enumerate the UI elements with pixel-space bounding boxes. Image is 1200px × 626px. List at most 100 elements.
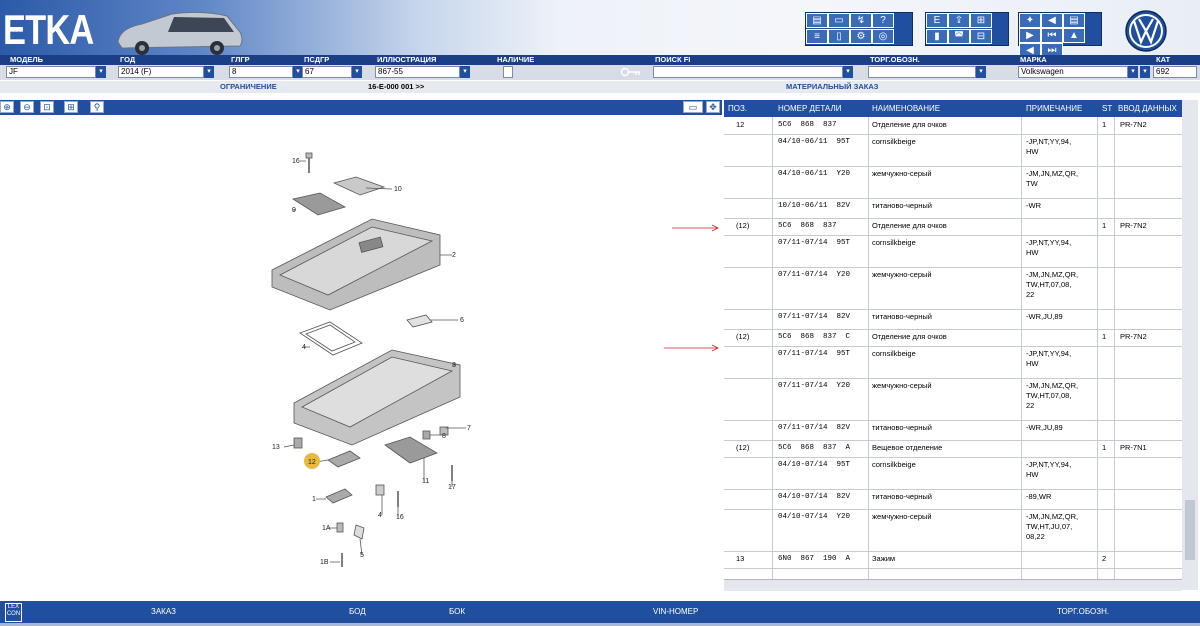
lexcom-icon[interactable]: LEX CON <box>5 603 22 622</box>
basket-icon[interactable]: ⊟ <box>970 29 992 44</box>
next-icon[interactable]: ▶ <box>1019 28 1041 43</box>
bok-button[interactable]: БОК <box>449 607 465 617</box>
car-icon[interactable]: ◚ <box>948 29 970 44</box>
illus-label[interactable]: 4 <box>378 512 382 519</box>
illus-label[interactable]: 9 <box>292 207 296 214</box>
illus-label[interactable]: 1 <box>312 496 316 503</box>
table-row[interactable]: (12) 5C6 868 837 A Вещевое отделение 1 PR-7N… <box>724 440 1182 458</box>
table-row[interactable]: 04/10-06/11 95T cornsilkbeige -JP,NT,YY,94… <box>724 134 1182 167</box>
first-icon[interactable]: ⏮ <box>1041 28 1063 43</box>
tools-icon[interactable]: ⚙ <box>850 29 872 44</box>
table-row[interactable]: 07/11-07/14 Y20 жемчужно-серый -JM,JN,MZ,Q… <box>724 378 1182 421</box>
chevron-down-icon[interactable]: ▾ <box>96 66 106 78</box>
screen-icon[interactable]: ▭ <box>828 13 850 28</box>
chevron-down-icon[interactable]: ▾ <box>352 66 362 78</box>
catalog-field[interactable]: 692 <box>1153 66 1197 78</box>
vertical-scrollbar[interactable] <box>1182 100 1198 590</box>
col-pos[interactable]: ПОЗ. <box>728 100 747 117</box>
magnifier-icon[interactable]: ⚲ <box>90 101 104 113</box>
page-icon[interactable]: ▤ <box>1063 13 1085 28</box>
phone-icon[interactable]: ▮ <box>926 29 948 44</box>
trade-code-button[interactable]: ТОРГ.ОБОЗН. <box>1057 607 1109 617</box>
illus-label[interactable]: 2 <box>452 252 456 259</box>
monitor-icon[interactable]: ▯ <box>828 29 850 44</box>
year-field[interactable]: 2014 (F) <box>118 66 204 78</box>
illustration-code[interactable]: 16-E-000 001 >> <box>368 82 424 92</box>
illus-label[interactable]: 3 <box>452 362 456 369</box>
table-row[interactable]: 04/10-07/14 95T cornsilkbeige -JP,NT,YY,94… <box>724 457 1182 490</box>
print-icon[interactable]: ▤ <box>806 13 828 28</box>
chevron-down-icon[interactable]: ▾ <box>1140 66 1150 78</box>
table-row[interactable]: 10/10-06/11 82V титаново-черный -WR <box>724 198 1182 219</box>
zoom-area-icon[interactable]: ⊡ <box>40 101 54 113</box>
zoom-fit-icon[interactable]: ⊞ <box>64 101 78 113</box>
illus-label[interactable]: 1A <box>322 525 331 532</box>
model-field[interactable]: JF <box>6 66 96 78</box>
illus-label[interactable]: 8 <box>442 433 446 440</box>
chevron-down-icon[interactable]: ▾ <box>976 66 986 78</box>
illus-label[interactable]: 13 <box>272 444 280 451</box>
horizontal-scrollbar[interactable] <box>724 579 1182 591</box>
table-row[interactable]: 04/10-07/14 82V титаново-черный -89,WR <box>724 489 1182 510</box>
window-icon[interactable]: ▭ <box>683 101 703 113</box>
prev-icon[interactable]: ◀ <box>1041 13 1063 28</box>
move-icon[interactable]: ✥ <box>706 101 720 113</box>
zoom-tool-icon[interactable]: ↯ <box>850 13 872 28</box>
table-row[interactable]: (12) 5C6 868 837 Отделение для очков 1 PR-7N… <box>724 218 1182 236</box>
col-part-number[interactable]: НОМЕР ДЕТАЛИ <box>778 100 841 117</box>
chevron-down-icon[interactable]: ▾ <box>1128 66 1138 78</box>
illus-label[interactable]: 1B <box>320 559 329 566</box>
table-row[interactable]: 04/10-07/14 Y20 жемчужно-серый -JM,JN,MZ,Q… <box>724 509 1182 552</box>
table-row[interactable]: (12) 5C6 868 837 C Отделение для очков 1 PR-… <box>724 329 1182 347</box>
col-input[interactable]: ВВОД ДАННЫХ <box>1118 100 1177 117</box>
sub-group-field[interactable]: 67 <box>302 66 352 78</box>
illus-label[interactable]: 16 <box>292 158 300 165</box>
list-icon[interactable]: ≡ <box>806 29 828 44</box>
order-button[interactable]: ЗАКАЗ <box>151 607 176 617</box>
illus-label[interactable]: 5 <box>360 552 364 559</box>
illus-label[interactable]: 11 <box>422 478 429 485</box>
chevron-down-icon[interactable]: ▾ <box>460 66 470 78</box>
wheel-icon[interactable]: ◎ <box>872 29 894 44</box>
elsa-icon[interactable]: E <box>926 13 948 28</box>
table-row[interactable]: 07/11-07/14 82V титаново-черный -WR,JU,89 <box>724 420 1182 441</box>
availability-checkbox[interactable] <box>503 66 513 78</box>
pin-icon[interactable]: ✦ <box>1019 13 1041 28</box>
illus-label[interactable]: 10 <box>394 186 402 193</box>
up-icon[interactable]: ▲ <box>1063 28 1085 43</box>
restriction-link[interactable]: ОГРАНИЧЕНИЕ <box>220 82 277 92</box>
illus-label[interactable]: 6 <box>460 317 464 324</box>
illus-label[interactable]: 17 <box>448 484 456 491</box>
illus-label[interactable]: 12 <box>308 459 316 466</box>
main-group-field[interactable]: 8 <box>229 66 293 78</box>
vin-button[interactable]: VIN-НОМЕР <box>653 607 698 617</box>
illus-label[interactable]: 7 <box>467 425 471 432</box>
trade-code-field[interactable] <box>868 66 976 78</box>
col-name[interactable]: НАИМЕНОВАНИЕ <box>872 100 940 117</box>
table-row[interactable]: 13 6N0 867 190 A Зажим 2 <box>724 551 1182 569</box>
table-row[interactable]: 04/10-06/11 Y20 жемчужно-серый -JM,JN,MZ,Q… <box>724 166 1182 199</box>
sub-bar: ОГРАНИЧЕНИЕ 16-E-000 001 >> МАТЕРИАЛЬНЫЙ… <box>0 81 1200 93</box>
col-st[interactable]: ST <box>1102 100 1112 117</box>
chevron-down-icon[interactable]: ▾ <box>843 66 853 78</box>
material-order-link[interactable]: МАТЕРИАЛЬНЫЙ ЗАКАЗ <box>786 82 878 92</box>
cart-icon[interactable]: ⊞ <box>970 13 992 28</box>
key-icon[interactable] <box>620 67 642 77</box>
table-row[interactable]: 12 5C6 868 837 Отделение для очков 1 PR-7N2 <box>724 117 1182 135</box>
zoom-in-icon[interactable]: ⊕ <box>0 101 14 113</box>
help-icon[interactable]: ? <box>872 13 894 28</box>
table-row[interactable]: 07/11-07/14 82V титаново-черный -WR,JU,89 <box>724 309 1182 330</box>
illustration-field[interactable]: 867-55 <box>375 66 460 78</box>
search-input[interactable] <box>653 66 843 78</box>
chevron-down-icon[interactable]: ▾ <box>204 66 214 78</box>
brand-field[interactable]: Volkswagen <box>1018 66 1128 78</box>
table-row[interactable]: 07/11-07/14 95T cornsilkbeige -JP,NT,YY,94… <box>724 235 1182 268</box>
table-row[interactable]: 07/11-07/14 Y20 жемчужно-серый -JM,JN,MZ,Q… <box>724 267 1182 310</box>
zoom-out-icon[interactable]: ⊖ <box>20 101 34 113</box>
import-icon[interactable]: ⇪ <box>948 13 970 28</box>
col-note[interactable]: ПРИМЕЧАНИЕ <box>1026 100 1082 117</box>
table-row[interactable]: 07/11-07/14 95T cornsilkbeige -JP,NT,YY,94… <box>724 346 1182 379</box>
illus-label[interactable]: 4 <box>302 344 306 351</box>
bod-button[interactable]: БОД <box>349 607 366 617</box>
illus-label[interactable]: 16 <box>396 514 404 521</box>
